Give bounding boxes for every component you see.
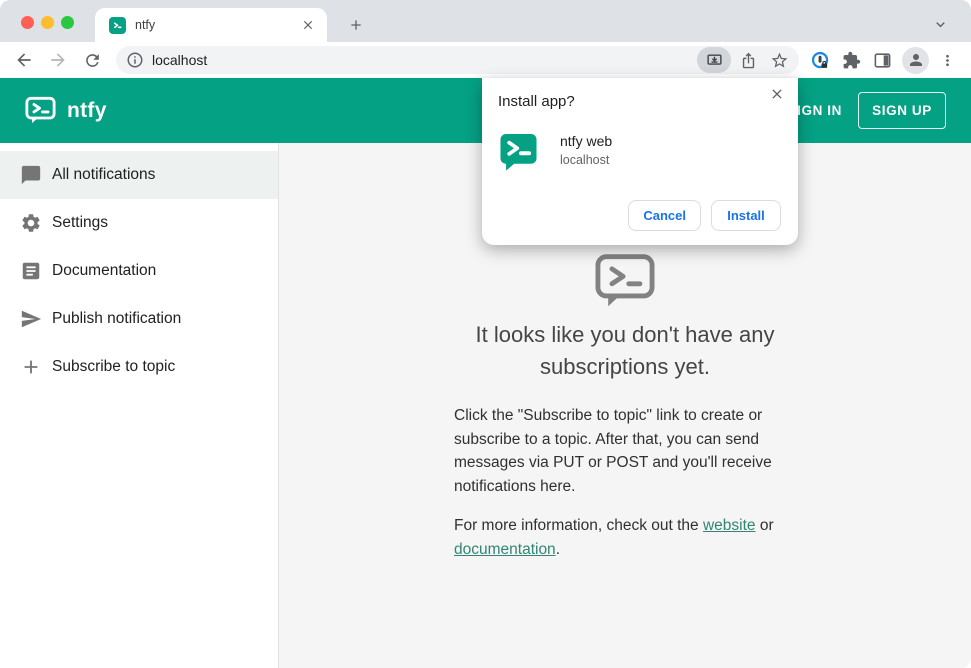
ntfy-app-icon [498,131,539,173]
sidebar-item-subscribe-to-topic[interactable]: Subscribe to topic [0,343,278,391]
empty-state-title: It looks like you don't have any subscri… [475,322,775,379]
extensions-puzzle-icon[interactable] [840,49,863,72]
window-zoom-button[interactable] [61,16,74,29]
dialog-app-name: ntfy web [560,133,613,149]
dialog-title: Install app? [498,93,575,110]
chat-icon [20,164,42,186]
dialog-close-icon[interactable] [766,83,788,105]
extensions-area [809,46,961,74]
empty-state-paragraph: Click the "Subscribe to topic" link to c… [454,407,772,495]
window-minimize-button[interactable] [41,16,54,29]
tab-title: ntfy [135,18,156,32]
sidebar-item-label: Documentation [52,262,157,279]
bookmark-star-icon[interactable] [765,47,793,73]
sidebar-item-documentation[interactable]: Documentation [0,247,278,295]
article-icon [20,260,42,282]
address-bar[interactable]: localhost [116,46,799,74]
reload-icon[interactable] [79,47,105,73]
install-app-icon[interactable] [697,47,731,73]
sidebar: All notifications Settings Documentation… [0,143,279,668]
new-tab-button[interactable] [343,12,369,38]
privacy-extension-icon[interactable] [809,49,832,72]
empty-state-links-paragraph: For more information, check out the webs… [454,514,796,561]
browser-menu-icon[interactable] [937,48,957,72]
cancel-button[interactable]: Cancel [628,200,701,231]
sidebar-item-label: All notifications [52,166,156,183]
install-app-dialog: Install app? ntfy web localhost Cancel I… [482,78,798,245]
tab-strip: ntfy [0,0,971,42]
back-icon[interactable] [11,47,37,73]
sidebar-item-label: Subscribe to topic [52,358,176,375]
plus-icon [20,356,42,378]
forward-icon[interactable] [45,47,71,73]
tab-search-chevron-icon[interactable] [929,13,951,35]
paragraph2-middle: or [755,517,774,534]
documentation-link[interactable]: documentation [454,541,556,558]
dialog-app-origin: localhost [560,153,610,167]
browser-toolbar: localhost [0,42,971,78]
side-panel-icon[interactable] [871,49,894,72]
sidebar-item-label: Publish notification [52,310,182,327]
install-button[interactable]: Install [711,200,781,231]
tab-close-icon[interactable] [299,16,317,34]
profile-avatar-icon[interactable] [902,46,929,74]
site-info-icon[interactable] [126,51,144,69]
browser-tab[interactable]: ntfy [95,8,327,42]
ntfy-empty-state-logo-icon [594,253,656,309]
sidebar-item-label: Settings [52,214,109,231]
window-close-button[interactable] [21,16,34,29]
share-icon[interactable] [734,47,762,73]
sign-up-button[interactable]: SIGN UP [858,92,946,129]
ntfy-favicon-icon [109,16,126,34]
paragraph2-suffix: . [555,540,560,558]
brand-name: ntfy [67,98,107,122]
send-icon [20,308,42,330]
gear-icon [20,212,42,234]
ntfy-logo-icon [25,96,56,125]
sidebar-item-all-notifications[interactable]: All notifications [0,151,278,199]
url-text: localhost [152,52,208,68]
sidebar-item-settings[interactable]: Settings [0,199,278,247]
website-link[interactable]: website [703,517,756,534]
browser-window: ntfy localhost ntfy SIGN IN SIGN UP All … [0,0,971,668]
sidebar-item-publish-notification[interactable]: Publish notification [0,295,278,343]
paragraph2-prefix: For more information, check out the [454,517,703,534]
